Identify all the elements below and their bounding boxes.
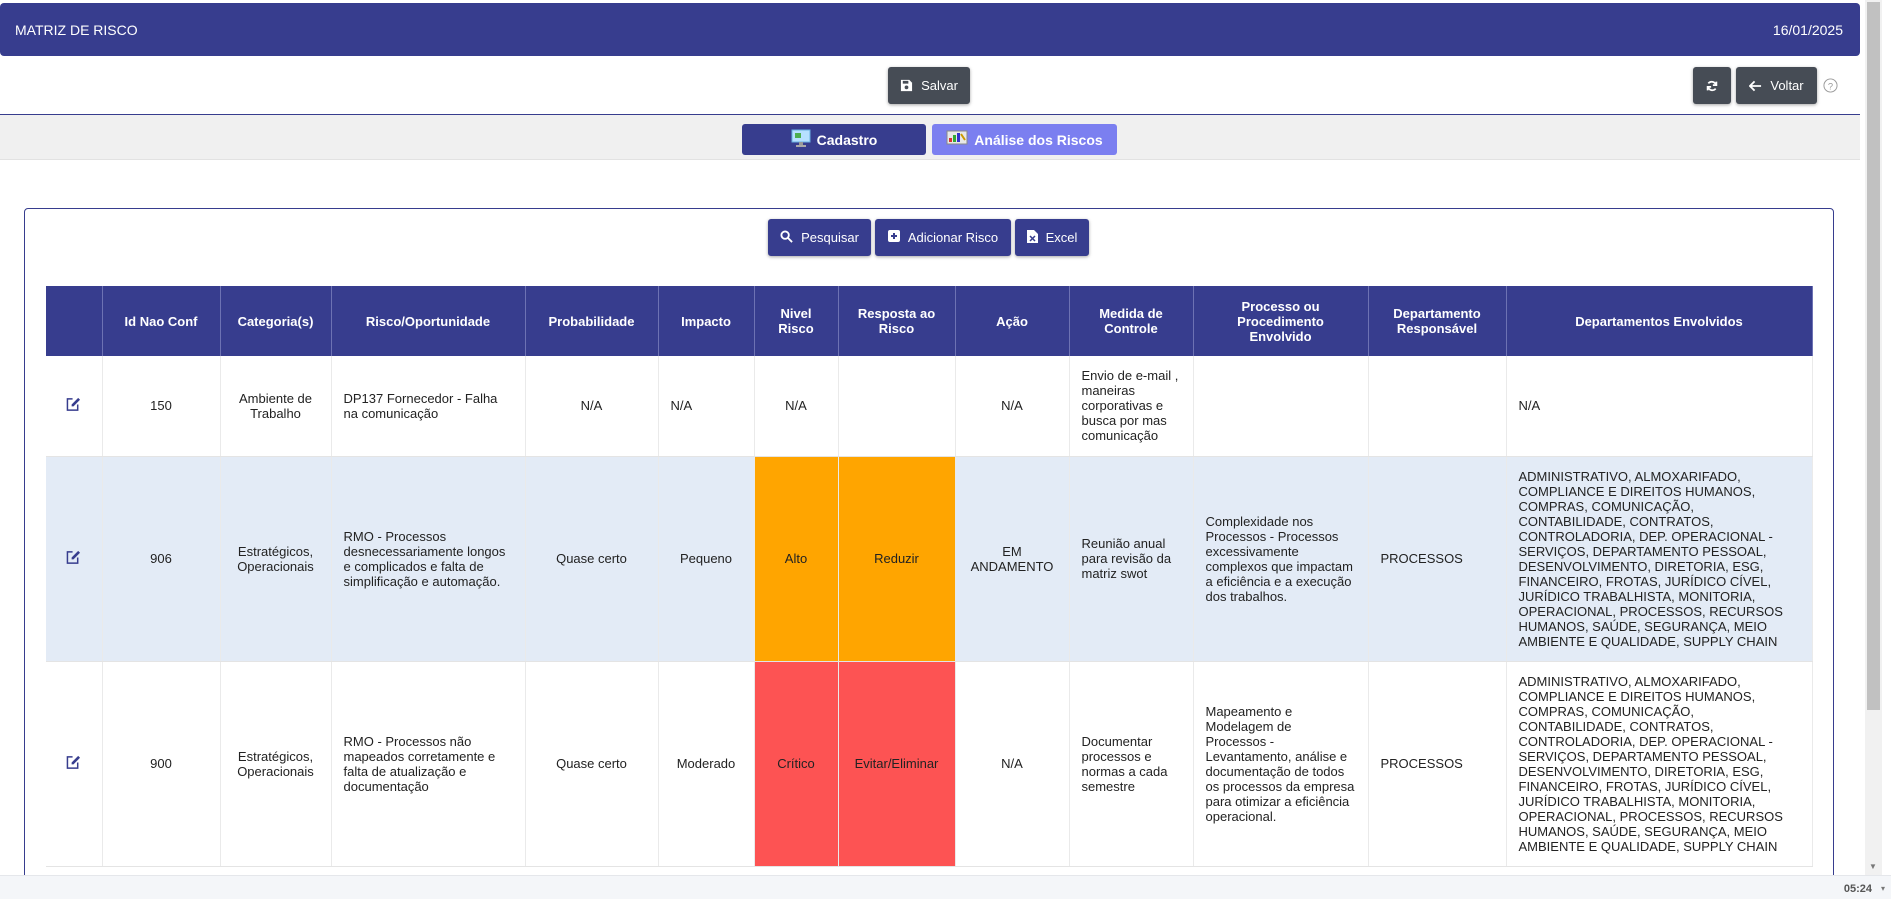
risk-analysis-icon	[946, 129, 968, 150]
header-date: 16/01/2025	[1772, 22, 1843, 38]
column-header-processo: Processo ou Procedimento Envolvido	[1193, 286, 1369, 356]
cell-medida: Documentar processos e normas a cada sem…	[1069, 661, 1194, 867]
column-header-acao: Ação	[955, 286, 1070, 356]
scroll-down-icon[interactable]: ▼	[1869, 862, 1877, 871]
help-icon[interactable]: ?	[1823, 78, 1838, 98]
column-header-edit	[46, 286, 103, 356]
cell-medida: Reunião anual para revisão da matriz swo…	[1069, 456, 1194, 662]
cell-probabilidade: Quase certo	[525, 661, 659, 867]
cell-resposta: Evitar/Eliminar	[838, 661, 956, 867]
cell-dep-envolvidos: ADMINISTRATIVO, ALMOXARIFADO, COMPLIANCE…	[1506, 456, 1813, 662]
cell-categoria: Estratégicos, Operacionais	[220, 661, 332, 867]
tab-analise-riscos[interactable]: Análise dos Riscos	[932, 124, 1117, 155]
app-window: MATRIZ DE RISCO 16/01/2025 Salvar Voltar…	[0, 0, 1891, 899]
edit-icon[interactable]	[66, 755, 81, 772]
column-header-medida: Medida de Controle	[1069, 286, 1194, 356]
tab-analise-riscos-label: Análise dos Riscos	[974, 131, 1103, 148]
tab-cadastro-label: Cadastro	[816, 131, 878, 148]
back-button-label: Voltar	[1770, 78, 1804, 93]
refresh-button[interactable]	[1693, 67, 1731, 104]
cell-processo	[1193, 356, 1369, 457]
edit-cell	[46, 661, 103, 867]
back-button[interactable]: Voltar	[1736, 67, 1817, 104]
cell-processo: Mapeamento e Modelagem de Processos - Le…	[1193, 661, 1369, 867]
excel-button-label: Excel	[1045, 230, 1078, 245]
cell-probabilidade: N/A	[525, 356, 659, 457]
cell-processo: Complexidade nos Processos - Processos e…	[1193, 456, 1369, 662]
column-header-dep-envolvidos: Departamentos Envolvidos	[1506, 286, 1813, 356]
column-header-nivel-risco: Nivel Risco	[754, 286, 839, 356]
plus-square-icon	[887, 230, 900, 245]
refresh-icon	[1705, 79, 1719, 93]
tab-bar	[0, 115, 1860, 160]
cell-risco: RMO - Processos desnecessariamente longo…	[331, 456, 526, 662]
cell-resposta	[838, 356, 956, 457]
add-risk-button[interactable]: Adicionar Risco	[875, 219, 1011, 256]
page-title: MATRIZ DE RISCO	[15, 22, 138, 38]
table-row: 906 Estratégicos, Operacionais RMO - Pro…	[46, 456, 1813, 662]
app-header: MATRIZ DE RISCO 16/01/2025	[0, 3, 1860, 56]
cell-id: 150	[102, 356, 221, 457]
cell-id: 900	[102, 661, 221, 867]
svg-text:?: ?	[1828, 81, 1833, 91]
cell-acao: N/A	[955, 661, 1070, 867]
column-header-id: Id Nao Conf	[102, 286, 221, 356]
search-button[interactable]: Pesquisar	[768, 219, 871, 256]
table-header-row: Id Nao Conf Categoria(s) Risco/Oportunid…	[46, 286, 1813, 356]
scrollbar-thumb[interactable]	[1867, 2, 1880, 710]
cell-categoria: Ambiente de Trabalho	[220, 356, 332, 457]
arrow-left-icon	[1749, 80, 1762, 92]
cell-nivel-risco: Crítico	[754, 661, 839, 867]
caret-down-icon[interactable]: ▾	[1881, 884, 1885, 893]
cell-dep-responsavel: PROCESSOS	[1368, 456, 1507, 662]
edit-icon[interactable]	[66, 550, 81, 567]
excel-file-icon	[1026, 229, 1038, 246]
cell-resposta: Reduzir	[838, 456, 956, 662]
cell-nivel-risco: N/A	[754, 356, 839, 457]
column-header-categoria: Categoria(s)	[220, 286, 332, 356]
cell-impacto: Moderado	[658, 661, 755, 867]
cell-dep-envolvidos: ADMINISTRATIVO, ALMOXARIFADO, COMPLIANCE…	[1506, 661, 1813, 867]
cell-nivel-risco: Alto	[754, 456, 839, 662]
cell-medida: Envio de e-mail , maneiras corporativas …	[1069, 356, 1194, 457]
cell-dep-responsavel: PROCESSOS	[1368, 661, 1507, 867]
cell-acao: N/A	[955, 356, 1070, 457]
risk-table: Id Nao Conf Categoria(s) Risco/Oportunid…	[46, 286, 1813, 867]
save-button[interactable]: Salvar	[888, 67, 970, 104]
excel-button[interactable]: Excel	[1015, 219, 1089, 256]
add-risk-button-label: Adicionar Risco	[907, 230, 999, 245]
taskbar: 05:24 ▾	[0, 875, 1891, 899]
monitor-icon	[791, 129, 811, 150]
floppy-disk-icon	[900, 79, 913, 92]
cell-impacto: N/A	[658, 356, 755, 457]
search-icon	[780, 229, 793, 246]
cell-dep-responsavel	[1368, 356, 1507, 457]
taskbar-clock: 05:24	[1843, 883, 1872, 895]
table-row: 900 Estratégicos, Operacionais RMO - Pro…	[46, 661, 1813, 867]
search-button-label: Pesquisar	[801, 230, 859, 245]
cell-categoria: Estratégicos, Operacionais	[220, 456, 332, 662]
save-button-label: Salvar	[921, 78, 958, 93]
cell-acao: EM ANDAMENTO	[955, 456, 1070, 662]
edit-icon[interactable]	[66, 397, 81, 414]
column-header-risco: Risco/Oportunidade	[331, 286, 526, 356]
column-header-resposta: Resposta ao Risco	[838, 286, 956, 356]
cell-risco: DP137 Fornecedor - Falha na comunicação	[331, 356, 526, 457]
cell-id: 906	[102, 456, 221, 662]
cell-probabilidade: Quase certo	[525, 456, 659, 662]
edit-cell	[46, 356, 103, 457]
tab-cadastro[interactable]: Cadastro	[742, 124, 926, 155]
edit-cell	[46, 456, 103, 662]
cell-impacto: Pequeno	[658, 456, 755, 662]
table-row: 150 Ambiente de Trabalho DP137 Fornecedo…	[46, 356, 1813, 457]
column-header-dep-responsavel: Departamento Responsável	[1368, 286, 1507, 356]
column-header-impacto: Impacto	[658, 286, 755, 356]
cell-dep-envolvidos: N/A	[1506, 356, 1813, 457]
cell-risco: RMO - Processos não mapeados corretament…	[331, 661, 526, 867]
column-header-probabilidade: Probabilidade	[525, 286, 659, 356]
